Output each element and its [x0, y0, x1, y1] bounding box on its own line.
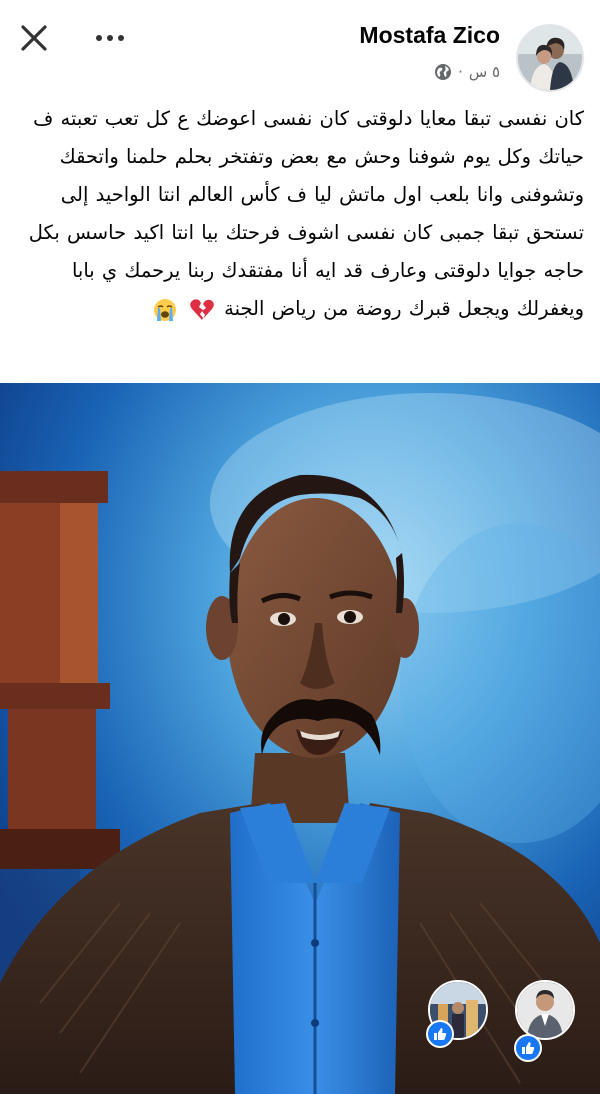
post-body: كان نفسى تبقا معايا دلوقتى كان نفسى اعوض… — [28, 107, 584, 320]
like-thumb-icon — [434, 1028, 447, 1040]
post-photo[interactable] — [0, 383, 600, 1094]
more-dots-icon — [96, 35, 124, 41]
like-badge — [514, 1034, 542, 1062]
like-thumb-icon — [522, 1042, 535, 1054]
close-button[interactable] — [14, 18, 54, 58]
author-avatar[interactable] — [516, 24, 584, 92]
broken-heart-emoji — [190, 298, 214, 320]
post-time[interactable]: ٥ س — [469, 63, 500, 81]
like-badge — [426, 1020, 454, 1048]
reactor-avatar[interactable] — [515, 980, 575, 1040]
more-options-button[interactable] — [88, 20, 132, 56]
post-meta: · ٥ س — [434, 60, 500, 84]
globe-icon[interactable] — [434, 63, 452, 81]
crying-face-emoji — [153, 298, 176, 321]
portrait-image — [0, 383, 600, 1094]
post-text: كان نفسى تبقا معايا دلوقتى كان نفسى اعوض… — [14, 100, 584, 328]
reactor-photo — [517, 982, 573, 1038]
author-name[interactable]: Mostafa Zico — [359, 22, 500, 49]
close-icon — [21, 25, 47, 51]
post-header: Mostafa Zico · ٥ س — [0, 0, 600, 95]
avatar-photo — [518, 26, 582, 90]
meta-separator: · — [458, 63, 463, 81]
